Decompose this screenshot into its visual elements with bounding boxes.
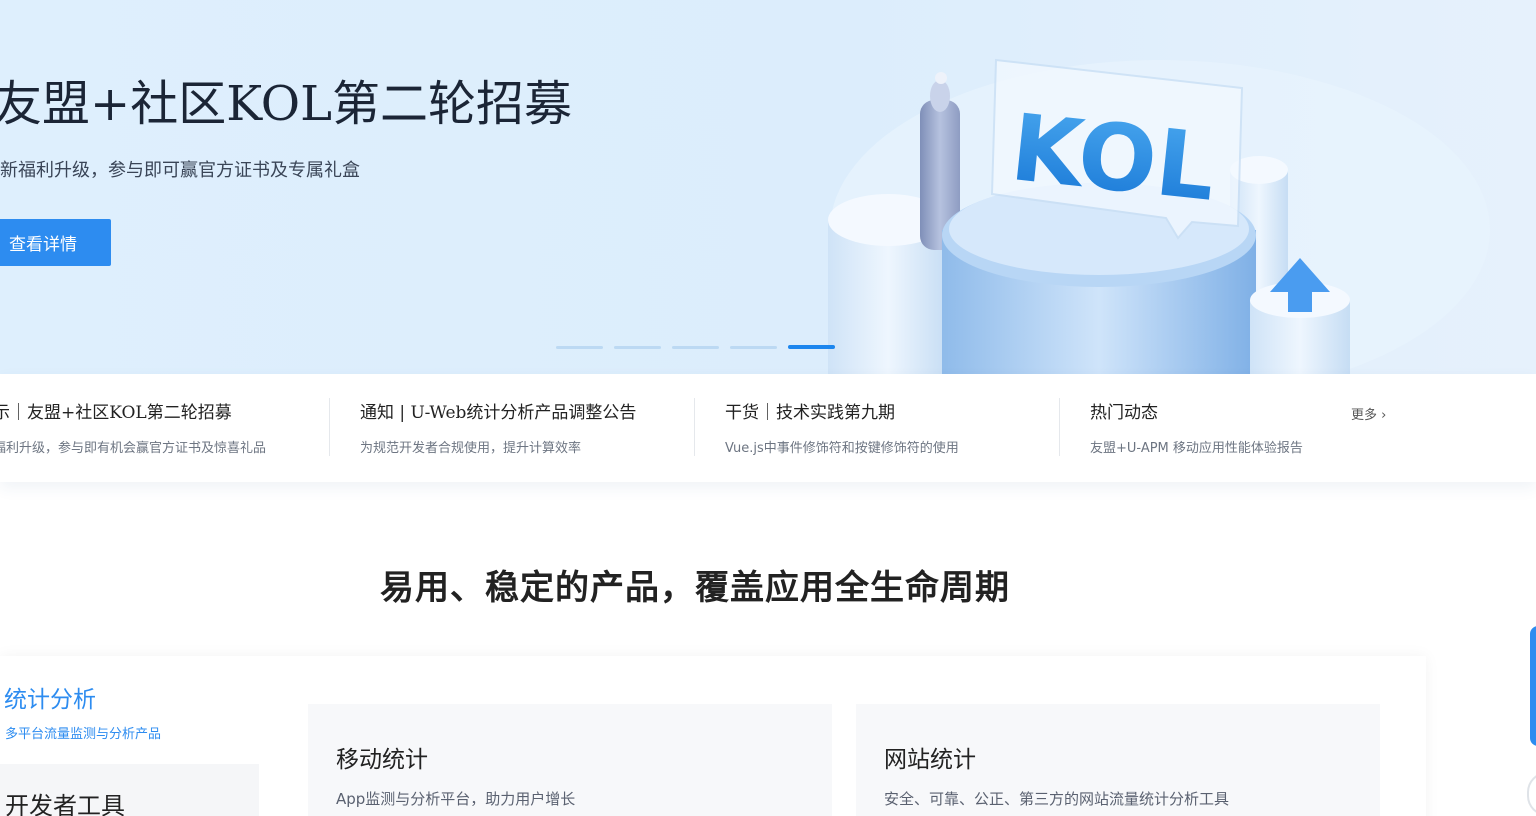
news-title: 示｜友盟+社区KOL第二轮招募 [0, 403, 232, 423]
category-developer-tools[interactable]: 开发者工具 [0, 764, 259, 816]
news-item-4[interactable]: 热门动态 友盟+U-APM 移动应用性能体验报告 [1090, 398, 1303, 458]
carousel-dot-5[interactable] [788, 345, 835, 349]
product-title: 移动统计 [336, 747, 428, 773]
category-statistics[interactable]: 统计分析 [4, 680, 96, 714]
divider [1059, 398, 1060, 456]
product-card-mobile-stats[interactable]: 移动统计 App监测与分析平台，助力用户增长 [308, 704, 832, 816]
kol-illustration: KOL [828, 58, 1490, 374]
carousel-dot-1[interactable] [556, 346, 603, 349]
news-title: 热门动态 [1090, 403, 1158, 423]
news-title: 干货｜技术实践第九期 [725, 403, 895, 423]
product-title: 网站统计 [884, 747, 976, 773]
product-card-web-stats[interactable]: 网站统计 安全、可靠、公正、第三方的网站流量统计分析工具 [856, 704, 1380, 816]
hero-title: 友盟+社区KOL第二轮招募 [0, 76, 573, 132]
news-desc: Vue.js中事件修饰符和按键修饰符的使用 [725, 441, 959, 456]
floating-back-top-button[interactable] [1527, 772, 1536, 816]
news-more-link[interactable]: 更多 › [1351, 404, 1386, 423]
news-desc: 为规范开发者合规使用，提升计算效率 [360, 441, 582, 456]
divider [329, 398, 330, 456]
news-desc: 福利升级，参与即有机会赢官方证书及惊喜礼品 [0, 441, 267, 456]
news-item-2[interactable]: 通知 | U-Web统计分析产品调整公告 为规范开发者合规使用，提升计算效率 [360, 398, 636, 458]
view-details-button[interactable]: 查看详情 [0, 219, 111, 266]
product-desc: App监测与分析平台，助力用户增长 [336, 790, 576, 808]
news-strip: 示｜友盟+社区KOL第二轮招募 福利升级，参与即有机会赢官方证书及惊喜礼品 通知… [0, 374, 1536, 482]
divider [694, 398, 695, 456]
hero-banner: 友盟+社区KOL第二轮招募 新福利升级，参与即可赢官方证书及专属礼盒 查看详情 [0, 0, 1536, 374]
product-desc: 安全、可靠、公正、第三方的网站流量统计分析工具 [884, 790, 1230, 808]
news-desc: 友盟+U-APM 移动应用性能体验报告 [1090, 441, 1303, 456]
category-label: 开发者工具 [5, 792, 125, 816]
carousel-dot-3[interactable] [672, 346, 719, 349]
section-title: 易用、稳定的产品，覆盖应用全生命周期 [380, 568, 1010, 608]
carousel-dots [556, 345, 835, 349]
news-item-1[interactable]: 示｜友盟+社区KOL第二轮招募 福利升级，参与即有机会赢官方证书及惊喜礼品 [0, 398, 266, 458]
news-title: 通知 | U-Web统计分析产品调整公告 [360, 403, 637, 423]
floating-consult-button[interactable] [1530, 626, 1536, 746]
carousel-dot-4[interactable] [730, 346, 777, 349]
carousel-dot-2[interactable] [614, 346, 661, 349]
hero-subtitle: 新福利升级，参与即可赢官方证书及专属礼盒 [0, 160, 360, 181]
category-statistics-desc: 多平台流量监测与分析产品 [5, 727, 162, 742]
news-item-3[interactable]: 干货｜技术实践第九期 Vue.js中事件修饰符和按键修饰符的使用 [725, 398, 959, 458]
kol-art-text: KOL [1006, 94, 1220, 222]
